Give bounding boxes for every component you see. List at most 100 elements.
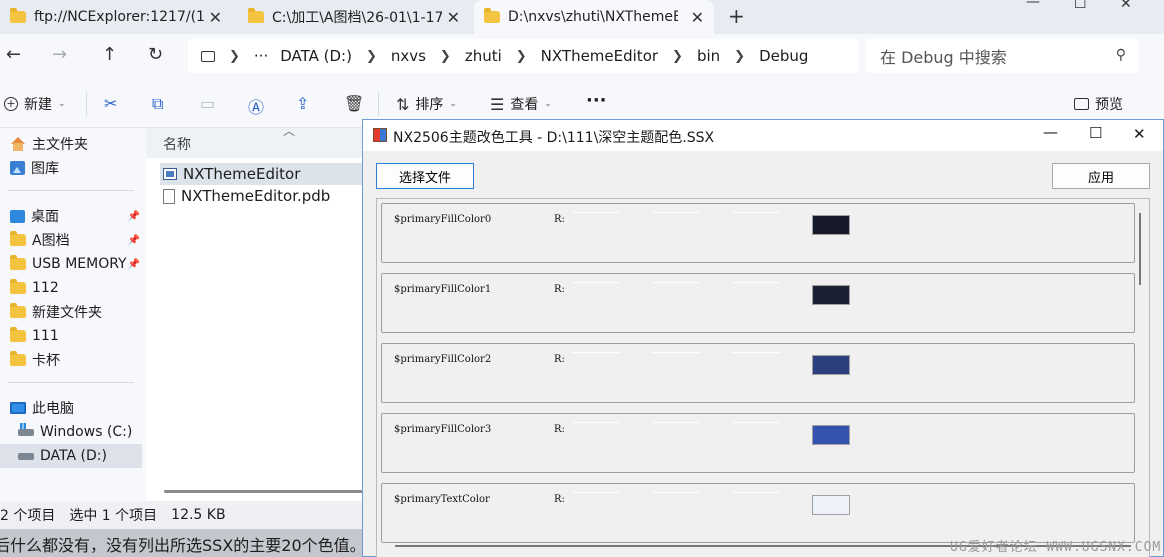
sidebar-item-windows-c[interactable]: Windows (C:) (18, 421, 144, 443)
sort-button[interactable]: ⇅ 排序 ⌄ (396, 94, 457, 114)
file-row[interactable]: NXThemeEditor (160, 163, 370, 185)
sidebar-item-desktop[interactable]: 桌面 📌 (10, 205, 144, 227)
file-name: NXThemeEditor (183, 165, 301, 183)
r-label: R: (554, 214, 565, 225)
breadcrumb-bin[interactable]: bin (697, 47, 720, 65)
sidebar-item-111[interactable]: 111 (10, 325, 144, 347)
sidebar-item-data-d[interactable]: DATA (D:) (0, 444, 142, 468)
b-input[interactable] (732, 282, 780, 283)
r-label: R: (554, 424, 565, 435)
close-icon[interactable]: ✕ (209, 8, 222, 27)
tab-ftp[interactable]: ftp://NCExplorer:1217/(192 ✕ (0, 0, 232, 34)
app-icon (373, 128, 387, 142)
vertical-scrollbar[interactable] (1139, 213, 1141, 285)
apply-button[interactable]: 应用 (1052, 163, 1150, 189)
sidebar-item-new-folder[interactable]: 新建文件夹 (10, 301, 144, 323)
folder-icon (10, 255, 26, 270)
r-input[interactable] (572, 282, 620, 283)
close-icon[interactable]: ✕ (447, 8, 460, 27)
breadcrumb-nxvs[interactable]: nxvs (391, 47, 426, 65)
delete-icon[interactable]: 🗑 (344, 94, 364, 113)
sidebar-item-112[interactable]: 112 (10, 277, 144, 299)
share-icon[interactable]: ⇪ (296, 94, 309, 113)
more-options-button[interactable]: ··· (586, 90, 607, 111)
color-swatch[interactable] (812, 425, 850, 445)
sidebar-item-this-pc[interactable]: 此电脑 (10, 397, 144, 419)
breadcrumb-debug[interactable]: Debug (759, 47, 808, 65)
paste-icon[interactable]: ▭ (200, 94, 215, 113)
g-input[interactable] (652, 212, 700, 213)
r-input[interactable] (572, 492, 620, 493)
r-input[interactable] (572, 212, 620, 213)
rename-icon[interactable]: Ⓐ (248, 94, 264, 118)
r-input[interactable] (572, 352, 620, 353)
chevron-right-icon: ❯ (734, 48, 746, 64)
file-row[interactable]: NXThemeEditor.pdb (160, 185, 370, 207)
view-label: 查看 (510, 97, 539, 113)
back-icon[interactable]: ← (6, 44, 21, 65)
new-tab-button[interactable]: + (728, 4, 745, 28)
selected-size: 12.5 KB (171, 507, 226, 523)
chevron-right-icon: ❯ (365, 48, 377, 64)
color-row: $primaryFillColor2 R: (381, 343, 1135, 403)
refresh-icon[interactable]: ↻ (148, 44, 163, 65)
theme-editor-window: NX2506主题改色工具 - D:\111\深空主题配色.SSX — ☐ ✕ 选… (362, 119, 1164, 557)
minimize-button[interactable]: — (1043, 123, 1058, 141)
g-input[interactable] (652, 282, 700, 283)
b-input[interactable] (732, 212, 780, 213)
breadcrumb-nxthemeeditor[interactable]: NXThemeEditor (541, 47, 658, 65)
watermark: UG爱好者论坛 WWW.UGSNX.COM (950, 540, 1162, 555)
b-input[interactable] (732, 492, 780, 493)
search-input[interactable]: 在 Debug 中搜索 ⚲ (866, 39, 1138, 73)
new-button[interactable]: + 新建 ⌄ (4, 94, 66, 114)
maximize-button[interactable]: ☐ (1074, 0, 1087, 12)
search-icon: ⚲ (1115, 47, 1126, 63)
minimize-button[interactable]: — (1026, 0, 1040, 10)
up-icon[interactable]: ↑ (102, 44, 117, 65)
sidebar-item-kabei[interactable]: 卡杯 (10, 349, 144, 371)
r-input[interactable] (572, 422, 620, 423)
column-header-name[interactable]: 名称 ︿ (146, 124, 366, 158)
view-button[interactable]: ☰ 查看 ⌄ (490, 94, 552, 114)
close-button[interactable]: ✕ (1120, 0, 1132, 12)
cut-icon[interactable]: ✂ (104, 94, 117, 113)
g-input[interactable] (652, 422, 700, 423)
sort-label: 排序 (415, 97, 444, 113)
sidebar-item-a-tudang[interactable]: A图档 📌 (10, 229, 144, 251)
r-label: R: (554, 494, 565, 505)
color-swatch[interactable] (812, 355, 850, 375)
breadcrumb-data-drive[interactable]: DATA (D:) (280, 47, 352, 65)
column-header-label: 名称 (163, 137, 191, 153)
sidebar-item-home[interactable]: 主文件夹 (10, 133, 144, 155)
chevron-right-icon: ❯ (515, 48, 527, 64)
address-bar[interactable]: ❯ ··· DATA (D:) ❯ nxvs ❯ zhuti ❯ NXTheme… (188, 39, 858, 73)
tab-debug[interactable]: D:\nxvs\zhuti\NXThemeE ✕ (474, 0, 714, 34)
sidebar-item-usb-memory[interactable]: USB MEMORY 📌 (10, 253, 144, 275)
sidebar-item-label: 112 (32, 280, 59, 296)
close-icon[interactable]: ✕ (691, 8, 704, 27)
search-placeholder: 在 Debug 中搜索 (880, 48, 1007, 67)
g-input[interactable] (652, 352, 700, 353)
folder-icon (484, 8, 500, 23)
chevron-right-icon: ❯ (439, 48, 451, 64)
sidebar-item-label: DATA (D:) (40, 448, 107, 464)
forward-icon[interactable]: → (52, 44, 67, 65)
color-swatch[interactable] (812, 215, 850, 235)
breadcrumb-zhuti[interactable]: zhuti (465, 47, 502, 65)
view-icon: ☰ (490, 94, 505, 114)
b-input[interactable] (732, 352, 780, 353)
tab-jiagong[interactable]: C:\加工\A图档\26-01\1-17 ✕ (238, 0, 470, 34)
close-button[interactable]: ✕ (1133, 125, 1146, 143)
breadcrumb-overflow[interactable]: ··· (254, 47, 268, 65)
maximize-button[interactable]: ☐ (1089, 124, 1102, 142)
color-swatch[interactable] (812, 285, 850, 305)
g-input[interactable] (652, 492, 700, 493)
sidebar-item-gallery[interactable]: 图库 (10, 157, 144, 179)
select-file-button[interactable]: 选择文件 (376, 163, 474, 189)
horizontal-scrollbar[interactable] (164, 490, 364, 493)
sidebar-item-label: A图档 (32, 233, 70, 249)
copy-icon[interactable]: ⧉ (152, 94, 163, 114)
b-input[interactable] (732, 422, 780, 423)
color-swatch[interactable] (812, 495, 850, 515)
preview-button[interactable]: 预览 (1074, 94, 1123, 114)
